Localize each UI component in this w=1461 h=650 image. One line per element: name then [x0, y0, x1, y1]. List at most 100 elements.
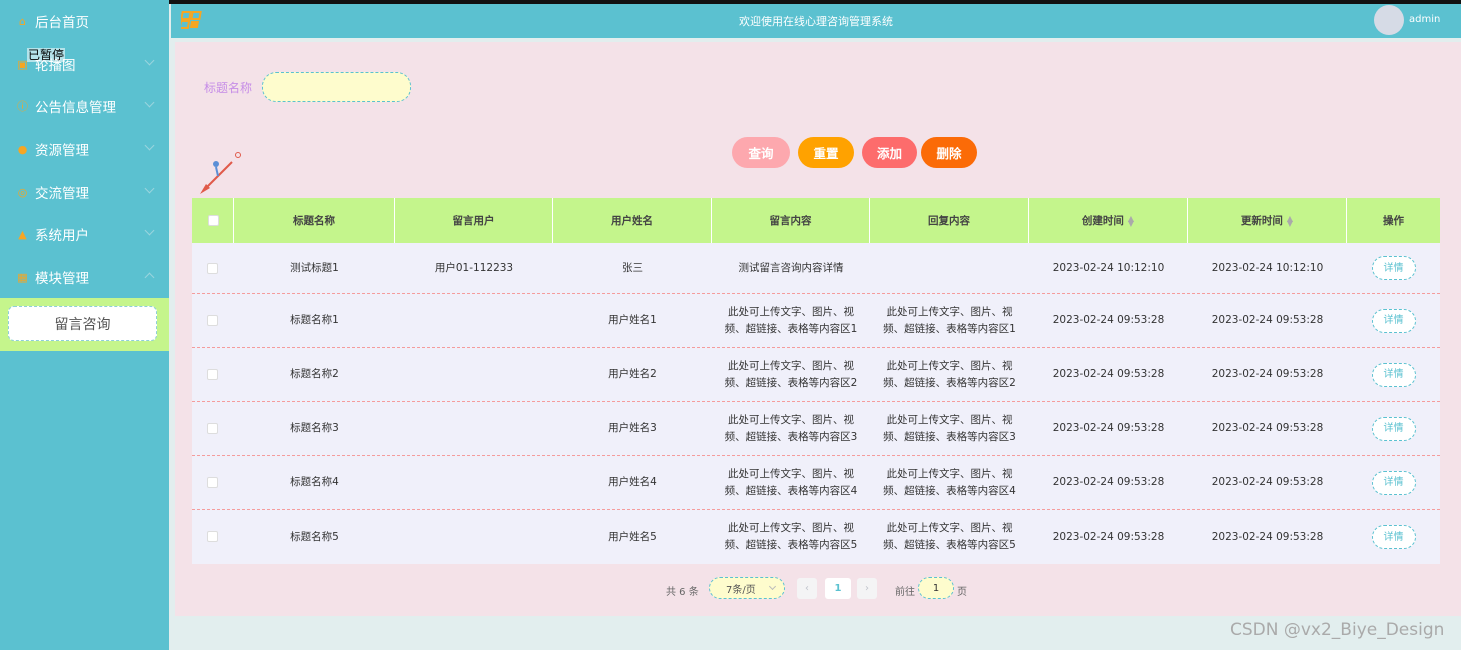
table-cell-reply: 此处可上传文字、图片、视频、超链接、表格等内容区5	[883, 522, 1016, 551]
table-cell-content: 此处可上传文字、图片、视频、超链接、表格等内容区5	[724, 522, 858, 551]
info-icon: ⓘ	[17, 100, 28, 113]
table-cell-content: 此处可上传文字、图片、视频、超链接、表格等内容区4	[724, 467, 858, 497]
table-row: 标题名称4 用户姓名4 此处可上传文字、图片、视频、超链接、表格等内容区4 此处可上传…	[192, 456, 1440, 510]
sidebar-item-resources[interactable]: ● 资源管理	[0, 131, 169, 167]
sidebar-item-label: 资源管理	[35, 143, 89, 159]
detail-button[interactable]: 详情	[1371, 308, 1416, 333]
submenu-panel: 留言咨询	[0, 298, 169, 351]
table-row: 标题名称2 用户姓名2 此处可上传文字、图片、视频、超链接、表格等内容区2 此处可上传…	[192, 348, 1440, 402]
sidebar: ⌂ 后台首页 ▣ 轮播图 已暂停 ⓘ 公告信息管理 ● 资源管理 ◎ 交流管理 …	[0, 0, 169, 650]
table-cell-user	[395, 294, 553, 347]
column-header: 留言内容	[712, 198, 870, 243]
chevron-down-icon	[144, 140, 155, 151]
table-cell-action: 详情	[1347, 402, 1440, 455]
table-cell-user	[395, 510, 553, 564]
table-cell-title: 标题名称5	[290, 530, 339, 543]
table-cell-reply: 此处可上传文字、图片、视频、超链接、表格等内容区3	[883, 413, 1016, 443]
avatar[interactable]	[1374, 5, 1404, 35]
table-cell-reply: 此处可上传文字、图片、视频、超链接、表格等内容区2	[883, 359, 1016, 389]
table-cell-created: 2023-02-24 09:53:28	[1052, 476, 1165, 488]
goto-page-input[interactable]: 1	[918, 577, 954, 599]
detail-button[interactable]: 详情	[1371, 362, 1416, 387]
column-header: 用户姓名	[553, 198, 712, 243]
goto-suffix: 页	[957, 587, 967, 598]
row-checkbox[interactable]	[207, 262, 218, 274]
chevron-up-icon	[144, 272, 155, 283]
prev-page-button[interactable]: ‹	[797, 578, 817, 599]
table-row: 标题名称3 用户姓名3 此处可上传文字、图片、视频、超链接、表格等内容区3 此处可上传…	[192, 402, 1440, 456]
table-row: 标题名称1 用户姓名1 此处可上传文字、图片、视频、超链接、表格等内容区1 此处可上传…	[192, 294, 1440, 348]
table-cell-content: 此处可上传文字、图片、视频、超链接、表格等内容区2	[724, 359, 858, 389]
grid-icon: ▦	[17, 270, 28, 284]
column-header: 操作	[1383, 215, 1404, 227]
chevron-down-icon	[144, 183, 155, 194]
select-all-checkbox[interactable]	[208, 215, 219, 226]
sidebar-subitem-consultation[interactable]: 留言咨询	[8, 306, 157, 341]
sidebar-item-modules[interactable]: ▦ 模块管理	[0, 259, 169, 295]
data-table: 标题名称 留言用户 用户姓名 留言内容 回复内容 创建时间 ▲ ▼ 更新时间 ▲ ▼ 操…	[192, 198, 1440, 564]
table-cell-name: 用户姓名1	[608, 314, 657, 326]
query-button[interactable]: 查询	[732, 137, 790, 168]
page-number[interactable]: 1	[825, 578, 851, 599]
column-header-label: 创建时间	[1081, 215, 1124, 227]
reset-button[interactable]: 重置	[798, 137, 854, 168]
table-cell-name: 用户姓名4	[608, 476, 657, 488]
paused-overlay: 已暂停	[27, 48, 66, 62]
sidebar-item-home[interactable]: ⌂ 后台首页	[0, 3, 169, 39]
table-cell-updated: 2023-02-24 09:53:28	[1211, 530, 1324, 543]
table-cell-name: 用户姓名3	[608, 422, 657, 434]
column-header: 回复内容	[870, 198, 1029, 243]
table-cell-created: 2023-02-24 09:53:28	[1052, 368, 1165, 380]
watermark: CSDN @vx2_Biye_Design	[1230, 620, 1445, 640]
table-cell-created: 2023-02-24 10:12:10	[1052, 261, 1165, 274]
chevron-down-icon	[768, 582, 777, 591]
detail-button[interactable]: 详情	[1371, 525, 1416, 549]
add-button[interactable]: 添加	[862, 137, 917, 168]
table-cell-reply	[870, 243, 1029, 293]
row-checkbox[interactable]	[207, 315, 218, 326]
row-checkbox[interactable]	[207, 423, 218, 434]
table-cell-updated: 2023-02-24 10:12:10	[1211, 261, 1324, 274]
next-page-button[interactable]: ›	[857, 578, 877, 599]
detail-button[interactable]: 详情	[1371, 416, 1416, 441]
row-checkbox[interactable]	[207, 531, 218, 542]
sidebar-item-exchange[interactable]: ◎ 交流管理	[0, 174, 169, 210]
row-checkbox[interactable]	[207, 369, 218, 380]
sidebar-item-label: 公告信息管理	[35, 100, 116, 116]
delete-button[interactable]: 删除	[921, 137, 977, 168]
page-size-select[interactable]: 7条/页	[709, 577, 785, 599]
table-cell-content: 此处可上传文字、图片、视频、超链接、表格等内容区1	[724, 305, 858, 335]
sort-icon[interactable]: ▲ ▼	[1287, 214, 1293, 227]
table-cell-title: 标题名称3	[290, 422, 339, 434]
table-row: 测试标题1 用户01-112233 张三 测试留言咨询内容详情 2023-02-24 1…	[192, 243, 1440, 294]
sidebar-item-notice[interactable]: ⓘ 公告信息管理	[0, 88, 169, 124]
column-header: 标题名称	[234, 198, 395, 243]
table-cell-name: 张三	[622, 261, 643, 274]
table-cell-updated: 2023-02-24 09:53:28	[1211, 314, 1324, 326]
detail-button[interactable]: 详情	[1371, 256, 1416, 280]
column-header-sortable[interactable]: 更新时间 ▲ ▼	[1188, 198, 1347, 243]
table-cell-content: 此处可上传文字、图片、视频、超链接、表格等内容区3	[724, 413, 858, 443]
sidebar-item-carousel[interactable]: ▣ 轮播图	[0, 46, 169, 82]
row-checkbox[interactable]	[207, 477, 218, 488]
username[interactable]: admin	[1409, 14, 1440, 25]
table-row: 标题名称5 用户姓名5 此处可上传文字、图片、视频、超链接、表格等内容区5 此处可上传…	[192, 510, 1440, 564]
rocket-decoration-icon	[200, 152, 241, 194]
column-header-sortable[interactable]: 创建时间 ▲ ▼	[1029, 198, 1188, 243]
table-cell-created: 2023-02-24 09:53:28	[1052, 530, 1165, 543]
table-cell-content: 测试留言咨询内容详情	[738, 261, 844, 274]
sort-icon[interactable]: ▲ ▼	[1128, 214, 1134, 227]
table-cell-user	[395, 402, 553, 455]
detail-button[interactable]: 详情	[1371, 470, 1416, 495]
table-cell-title: 标题名称1	[290, 314, 339, 326]
table-cell-created: 2023-02-24 09:53:28	[1052, 314, 1165, 326]
chat-icon: ◎	[17, 185, 28, 199]
goto-label: 前往	[895, 587, 915, 598]
total-count: 共 6 条	[666, 587, 699, 598]
app-title: 欢迎使用在线心理咨询管理系统	[739, 15, 893, 28]
table-cell-reply: 此处可上传文字、图片、视频、超链接、表格等内容区4	[883, 467, 1016, 497]
location-icon: ●	[17, 142, 28, 156]
sidebar-item-users[interactable]: ▲ 系统用户	[0, 216, 169, 252]
title-search-input[interactable]	[262, 72, 411, 102]
table-cell-user: 用户01-112233	[434, 261, 514, 274]
